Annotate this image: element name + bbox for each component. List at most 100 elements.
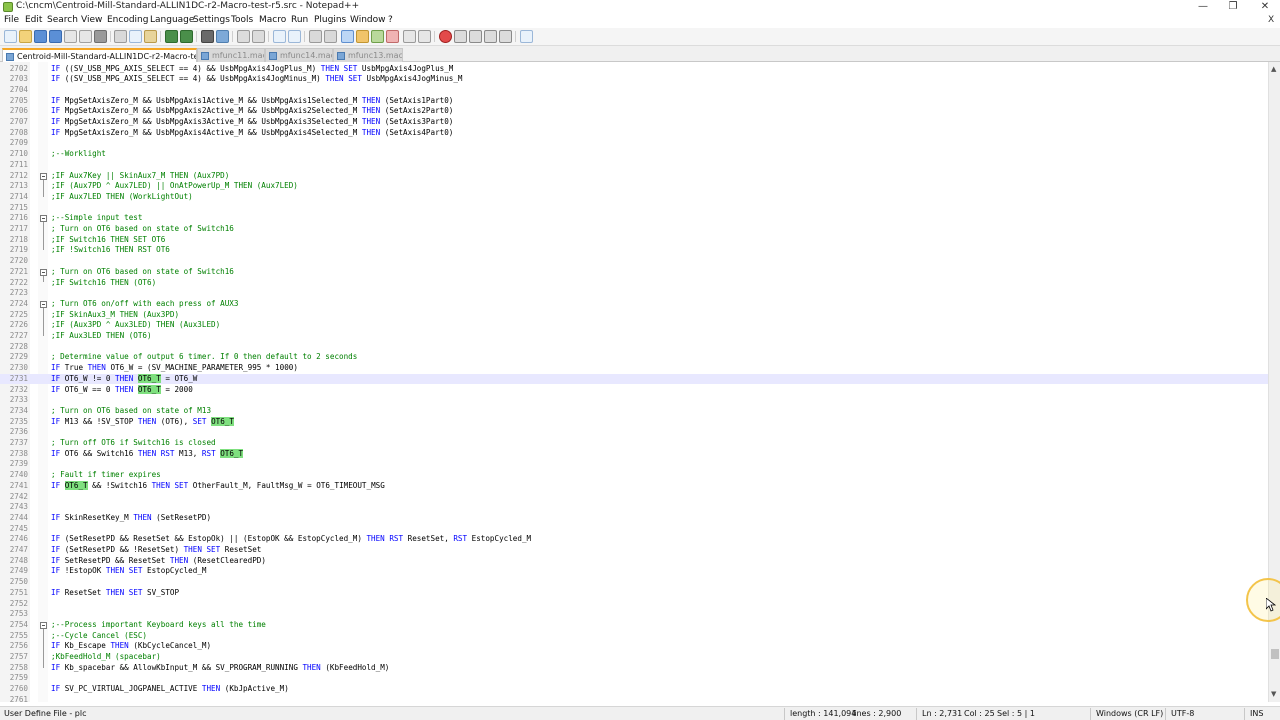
code-line[interactable]: 2718 ;IF Switch16 THEN SET OT6: [0, 235, 1268, 246]
code-line[interactable]: 2702 IF ((SV_USB_MPG_AXIS_SELECT == 4) &&…: [0, 64, 1268, 75]
code-line[interactable]: 2716 ;--Simple input test: [0, 213, 1268, 224]
run-macro-multiple-icon[interactable]: [484, 30, 497, 43]
code-line[interactable]: 2752: [0, 599, 1268, 610]
code-line[interactable]: 2709: [0, 138, 1268, 149]
code-line[interactable]: 2712 ;IF Aux7Key || SkinAux7_M THEN (Aux7…: [0, 171, 1268, 182]
code-line[interactable]: 2704: [0, 85, 1268, 96]
save-macro-icon[interactable]: [499, 30, 512, 43]
code-line[interactable]: 2707 IF MpgSetAxisZero_M && UsbMpgAxis3Ac…: [0, 117, 1268, 128]
code-line[interactable]: 2736: [0, 427, 1268, 438]
code-line[interactable]: 2740 ; Fault if timer expires: [0, 470, 1268, 481]
plugin-icon[interactable]: [520, 30, 533, 43]
menu-help[interactable]: ?: [388, 15, 393, 25]
code-line[interactable]: 2734 ; Turn on OT6 based on state of M13: [0, 406, 1268, 417]
close-all-icon[interactable]: [79, 30, 92, 43]
function-list-icon[interactable]: [386, 30, 399, 43]
open-file-icon[interactable]: [19, 30, 32, 43]
tab-mfunc11[interactable]: mfunc11.macX: [197, 48, 265, 62]
code-line[interactable]: 2747 IF (SetResetPD && !ResetSet) THEN SE…: [0, 545, 1268, 556]
udl-icon[interactable]: [356, 30, 369, 43]
code-line[interactable]: 2733: [0, 395, 1268, 406]
code-line[interactable]: 2724 ; Turn OT6 on/off with each press of…: [0, 299, 1268, 310]
fold-toggle-icon[interactable]: [40, 621, 47, 629]
code-line[interactable]: 2725 ;IF SkinAux3_M THEN (Aux3PD): [0, 310, 1268, 321]
word-wrap-icon[interactable]: [309, 30, 322, 43]
code-line[interactable]: 2760 IF SV_PC_VIRTUAL_JOGPANEL_ACTIVE THE…: [0, 684, 1268, 695]
indent-guide-icon[interactable]: [341, 30, 354, 43]
close-file-icon[interactable]: [64, 30, 77, 43]
code-line[interactable]: 2737 ; Turn off OT6 if Switch16 is closed: [0, 438, 1268, 449]
code-line[interactable]: 2719 ;IF !Switch16 THEN RST OT6: [0, 245, 1268, 256]
code-line[interactable]: 2727 ;IF Aux3LED THEN (OT6): [0, 331, 1268, 342]
menu-language[interactable]: Language: [150, 15, 194, 25]
new-file-icon[interactable]: [4, 30, 17, 43]
code-line[interactable]: 2731 IF OT6_W != 0 THEN OT6_T = OT6_W: [0, 373, 1268, 385]
menu-run[interactable]: Run: [291, 15, 308, 25]
cut-icon[interactable]: [114, 30, 127, 43]
fold-toggle-icon[interactable]: [40, 268, 47, 276]
find-icon[interactable]: [201, 30, 214, 43]
code-line[interactable]: 2741 IF OT6_T && !Switch16 THEN SET Other…: [0, 480, 1268, 492]
menu-macro[interactable]: Macro: [259, 15, 286, 25]
tab-centroid-macro-src[interactable]: Centroid-Mill-Standard-ALLIN1DC-r2-Macro…: [2, 48, 197, 62]
code-line[interactable]: 2750: [0, 577, 1268, 588]
code-line[interactable]: 2756 IF Kb_Escape THEN (KbCycleCancel_M): [0, 641, 1268, 652]
menu-edit[interactable]: Edit: [25, 15, 42, 25]
minimize-button[interactable]: —: [1188, 0, 1218, 14]
code-line[interactable]: 2714 ;IF Aux7LED THEN (WorkLightOut): [0, 192, 1268, 203]
menu-encoding[interactable]: Encoding: [107, 15, 148, 25]
replace-icon[interactable]: [216, 30, 229, 43]
code-line[interactable]: 2711: [0, 160, 1268, 171]
code-line[interactable]: 2715: [0, 203, 1268, 214]
code-line[interactable]: 2706 IF MpgSetAxisZero_M && UsbMpgAxis2Ac…: [0, 106, 1268, 117]
code-line[interactable]: 2703 IF ((SV_USB_MPG_AXIS_SELECT == 4) &&…: [0, 74, 1268, 85]
save-icon[interactable]: [34, 30, 47, 43]
menu-view[interactable]: View: [81, 15, 102, 25]
menu-tools[interactable]: Tools: [231, 15, 253, 25]
code-line[interactable]: 2761: [0, 695, 1268, 702]
zoom-out-icon[interactable]: [252, 30, 265, 43]
monitoring-icon[interactable]: [418, 30, 431, 43]
menu-settings[interactable]: Settings: [193, 15, 230, 25]
save-all-icon[interactable]: [49, 30, 62, 43]
copy-icon[interactable]: [129, 30, 142, 43]
code-line[interactable]: 2754 ;--Process important Keyboard keys a…: [0, 620, 1268, 631]
tab-mfunc13[interactable]: mfunc13.macX: [333, 48, 403, 62]
code-line[interactable]: 2759: [0, 673, 1268, 684]
code-line[interactable]: 2757 ;KbFeedHold_M (spacebar): [0, 652, 1268, 663]
stop-recording-icon[interactable]: [454, 30, 467, 43]
code-line[interactable]: 2717 ; Turn on OT6 based on state of Swit…: [0, 224, 1268, 235]
code-line[interactable]: 2735 IF M13 && !SV_STOP THEN (OT6), SET O…: [0, 416, 1268, 428]
code-line[interactable]: 2751 IF ResetSet THEN SET SV_STOP: [0, 588, 1268, 599]
code-line[interactable]: 2705 IF MpgSetAxisZero_M && UsbMpgAxis1Ac…: [0, 96, 1268, 107]
code-line[interactable]: 2726 ;IF (Aux3PD ^ Aux3LED) THEN (Aux3LED…: [0, 320, 1268, 331]
menu-plugins[interactable]: Plugins: [314, 15, 346, 25]
code-line[interactable]: 2744 IF SkinResetKey_M THEN (SetResetPD): [0, 513, 1268, 524]
tab-mfunc14[interactable]: mfunc14.macX: [265, 48, 333, 62]
code-line[interactable]: 2745: [0, 524, 1268, 535]
code-line[interactable]: 2749 IF !EstopOK THEN SET EstopCycled_M: [0, 566, 1268, 577]
code-line[interactable]: 2748 IF SetResetPD && ResetSet THEN (Rese…: [0, 556, 1268, 567]
sync-vertical-icon[interactable]: [273, 30, 286, 43]
code-line[interactable]: 2739: [0, 459, 1268, 470]
code-line[interactable]: 2713 ;IF (Aux7PD ^ Aux7LED) || OnAtPowerU…: [0, 181, 1268, 192]
menu-window[interactable]: Window: [350, 15, 386, 25]
fold-toggle-icon[interactable]: [40, 215, 47, 223]
code-line[interactable]: 2722 ;IF Switch16 THEN (OT6): [0, 278, 1268, 289]
print-icon[interactable]: [94, 30, 107, 43]
code-line[interactable]: 2755 ;--Cycle Cancel (ESC): [0, 631, 1268, 642]
folder-as-workspace-icon[interactable]: [403, 30, 416, 43]
menu-file[interactable]: File: [4, 15, 19, 25]
code-line[interactable]: 2723: [0, 288, 1268, 299]
menu-search[interactable]: Search: [47, 15, 78, 25]
playback-macro-icon[interactable]: [469, 30, 482, 43]
code-line[interactable]: 2710 ;--Worklight: [0, 149, 1268, 160]
paste-icon[interactable]: [144, 30, 157, 43]
code-editor[interactable]: 2702 IF ((SV_USB_MPG_AXIS_SELECT == 4) &&…: [0, 62, 1268, 702]
record-macro-icon[interactable]: [439, 30, 452, 43]
code-line[interactable]: 2721 ; Turn on OT6 based on state of Swit…: [0, 267, 1268, 278]
close-document-button[interactable]: X: [1268, 15, 1274, 25]
code-line[interactable]: 2758 IF Kb_spacebar && AllowKbInput_M && …: [0, 663, 1268, 674]
show-all-characters-icon[interactable]: [324, 30, 337, 43]
document-map-icon[interactable]: [371, 30, 384, 43]
